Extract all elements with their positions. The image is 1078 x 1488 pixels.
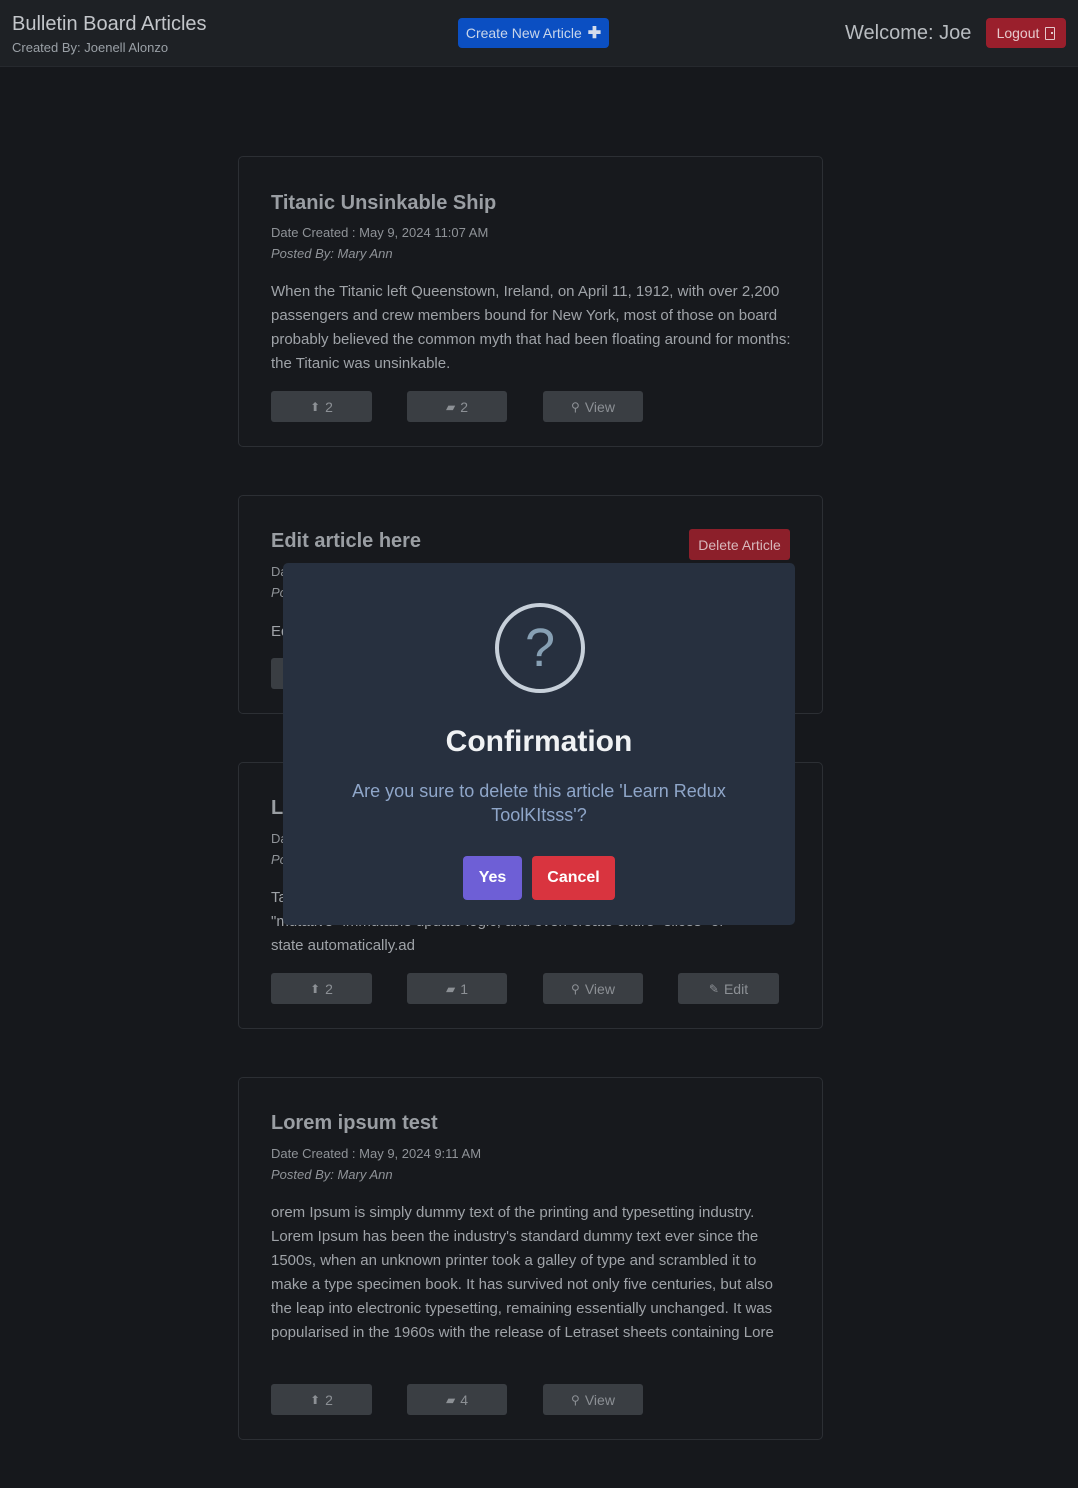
create-article-button[interactable]: Create New Article ✚: [458, 18, 609, 48]
upvote-button[interactable]: ⬆ 2: [271, 973, 372, 1004]
upvote-count: 2: [325, 1391, 333, 1408]
dialog-title: Confirmation: [445, 725, 633, 758]
welcome-text: Welcome: Joe: [845, 22, 972, 44]
arrow-up-icon: ⬆: [310, 1392, 321, 1407]
cancel-button[interactable]: Cancel: [532, 856, 615, 900]
article-title: Lorem ipsum test: [271, 1112, 438, 1134]
article-actions: ⬆ 2 ▰ 4 ⚲ View: [271, 1384, 791, 1415]
upvote-button[interactable]: ⬆ 2: [271, 1384, 372, 1415]
comments-button[interactable]: ▰ 2: [407, 391, 507, 422]
article-actions: ⬆ 2 ▰ 2 ⚲ View: [271, 391, 791, 422]
logout-button[interactable]: Logout: [986, 18, 1066, 48]
article-card: Titanic Unsinkable Ship Date Created : M…: [238, 156, 823, 447]
door-icon: [1045, 26, 1056, 40]
comment-count: 2: [460, 398, 469, 415]
article-title: Titanic Unsinkable Ship: [271, 192, 497, 214]
comments-button[interactable]: ▰ 4: [407, 1384, 507, 1415]
upvote-count: 2: [325, 398, 333, 415]
brand: Bulletin Board Articles Created By: Joen…: [12, 12, 207, 55]
article-body-line: state automatically.ad: [271, 937, 415, 954]
comments-button[interactable]: ▰ 1: [407, 973, 507, 1004]
upvote-button[interactable]: ⬆ 2: [271, 391, 372, 422]
comment-icon: ▰: [445, 981, 456, 996]
navbar: Bulletin Board Articles Created By: Joen…: [0, 0, 1078, 67]
dialog-message: Are you sure to delete this article 'Lea…: [352, 781, 726, 825]
edit-button[interactable]: ✎ Edit: [678, 973, 779, 1004]
article-author: Posted By: Mary Ann: [271, 1167, 393, 1182]
search-icon: ⚲: [571, 1392, 580, 1407]
search-icon: ⚲: [571, 399, 580, 414]
search-icon: ⚲: [571, 981, 580, 996]
question-icon: ?: [495, 603, 585, 693]
article-date: Date Created : May 9, 2024 9:11 AM: [271, 1146, 482, 1161]
comment-icon: ▰: [445, 1392, 456, 1407]
article-body: orem Ipsum is simply dummy text of the p…: [271, 1204, 774, 1341]
logout-label: Logout: [996, 25, 1040, 41]
view-button[interactable]: ⚲ View: [543, 973, 643, 1004]
comment-count: 1: [460, 980, 469, 997]
page-title: Bulletin Board Articles: [12, 13, 207, 35]
view-label: View: [584, 1391, 615, 1408]
comment-count: 4: [460, 1391, 469, 1408]
arrow-up-icon: ⬆: [310, 399, 321, 414]
plus-icon: ✚: [587, 25, 602, 42]
article-card: Lorem ipsum test Date Created : May 9, 2…: [238, 1077, 823, 1440]
article-body: When the Titanic left Queenstown, Irelan…: [271, 283, 791, 372]
confirmation-dialog: ? Confirmation Are you sure to delete th…: [283, 563, 795, 925]
upvote-count: 2: [325, 980, 333, 997]
comment-icon: ▰: [445, 399, 456, 414]
delete-article-button[interactable]: Delete Article: [689, 529, 790, 560]
view-button[interactable]: ⚲ View: [543, 391, 643, 422]
article-date: Date Created : May 9, 2024 11:07 AM: [271, 225, 489, 240]
pencil-icon: ✎: [708, 981, 719, 996]
question-mark-glyph: ?: [524, 618, 556, 678]
view-button[interactable]: ⚲ View: [543, 1384, 643, 1415]
create-article-label: Create New Article: [465, 25, 582, 41]
article-title: Edit article here: [271, 530, 422, 552]
arrow-up-icon: ⬆: [310, 981, 321, 996]
yes-button[interactable]: Yes: [463, 856, 522, 900]
article-actions: ⬆ 2 ▰ 1 ⚲ View ✎ Edit: [271, 973, 791, 1004]
edit-label: Edit: [723, 980, 749, 997]
article-author: Posted By: Mary Ann: [271, 246, 393, 261]
view-label: View: [584, 980, 615, 997]
view-label: View: [584, 398, 615, 415]
page-subtitle: Created By: Joenell Alonzo: [12, 40, 169, 55]
